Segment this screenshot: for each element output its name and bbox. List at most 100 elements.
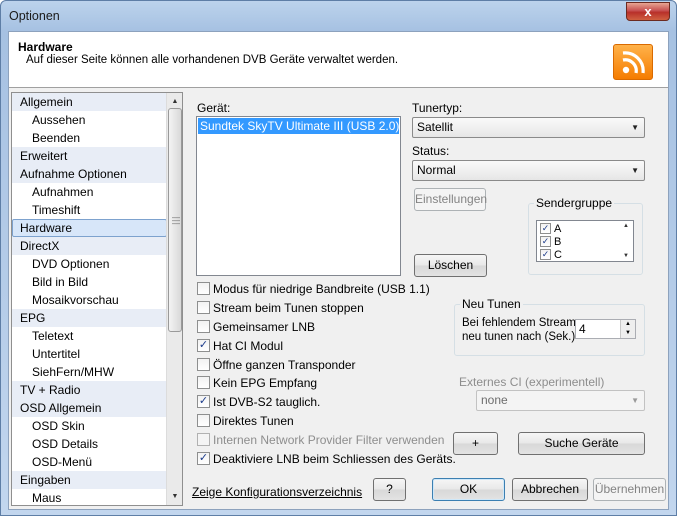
search-devices-button[interactable]: Suche Geräte	[518, 432, 645, 455]
checkbox-checked-icon[interactable]: ✓	[197, 339, 210, 352]
option-label: Hat CI Modul	[213, 339, 284, 353]
options-window: Optionen x Hardware Auf dieser Seite kön…	[0, 0, 677, 516]
checkbox-icon[interactable]	[197, 414, 210, 427]
sendergruppe-item-label: A	[554, 223, 562, 235]
sidebar-item-directx[interactable]: DirectX	[12, 237, 167, 255]
sidebar-item-osd-men[interactable]: OSD-Menü	[12, 453, 167, 471]
show-config-dir-link[interactable]: Zeige Konfigurationsverzeichnis	[192, 485, 362, 499]
status-value: Normal	[417, 163, 456, 177]
external-ci-value: none	[481, 393, 508, 407]
sidebar-item-timeshift[interactable]: Timeshift	[12, 201, 167, 219]
retune-seconds-value: 4	[579, 322, 586, 336]
checkbox-icon[interactable]	[197, 376, 210, 389]
cancel-button[interactable]: Abbrechen	[512, 478, 588, 501]
device-label: Gerät:	[197, 101, 231, 115]
help-button[interactable]: ?	[373, 478, 406, 501]
sidebar-item-eingaben[interactable]: Eingaben	[12, 471, 167, 489]
sidebar-item-untertitel[interactable]: Untertitel	[12, 345, 167, 363]
sidebar-item-aussehen[interactable]: Aussehen	[12, 111, 167, 129]
device-item[interactable]: Sundtek SkyTV Ultimate III (USB 2.0) [19…	[198, 118, 399, 134]
grip-icon: — — —	[172, 213, 180, 228]
sidebar-scrollbar[interactable]: ▲ — — — ▼	[166, 93, 182, 505]
option-label: Stream beim Tunen stoppen	[213, 301, 364, 315]
retune-seconds-stepper[interactable]: 4 ▲ ▼	[575, 319, 636, 339]
checkbox-checked-icon[interactable]: ✓	[540, 223, 551, 234]
sidebar-item-aufnahmen[interactable]: Aufnahmen	[12, 183, 167, 201]
sidebar-item-tv-radio[interactable]: TV + Radio	[12, 381, 167, 399]
scroll-down-icon[interactable]: ▼	[168, 489, 182, 504]
option-label: Modus für niedrige Bandbreite (USB 1.1)	[213, 282, 430, 296]
ok-button[interactable]: OK	[432, 478, 505, 501]
checkbox-icon[interactable]	[197, 301, 210, 314]
chevron-down-icon: ▼	[631, 166, 639, 175]
option-label: Gemeinsamer LNB	[213, 320, 316, 334]
checkbox-checked-icon[interactable]: ✓	[540, 249, 551, 260]
sendergruppe-list[interactable]: ▲ ▼ ✓ A ✓ B ✓ C	[536, 220, 634, 262]
decrement-icon[interactable]: ▼	[621, 329, 635, 338]
scroll-thumb[interactable]: — — —	[168, 108, 182, 332]
sendergruppe-label: Sendergruppe	[534, 196, 615, 210]
sidebar-item-erweitert[interactable]: Erweitert	[12, 147, 167, 165]
checkbox-icon[interactable]	[197, 320, 210, 333]
sidebar-item-maus[interactable]: Maus	[12, 489, 167, 505]
sidebar-item-aufnahme-optionen[interactable]: Aufnahme Optionen	[12, 165, 167, 183]
option-label: Direktes Tunen	[213, 414, 294, 428]
sidebar-item-beenden[interactable]: Beenden	[12, 129, 167, 147]
sidebar-item-osd-skin[interactable]: OSD Skin	[12, 417, 167, 435]
page-description: Auf dieser Seite können alle vorhandenen…	[26, 54, 399, 66]
checkbox-icon[interactable]	[197, 433, 210, 446]
settings-button[interactable]: Einstellungen	[414, 188, 487, 211]
rss-icon	[613, 44, 653, 80]
checkbox-checked-icon[interactable]: ✓	[540, 236, 551, 247]
option-label: Deaktiviere LNB beim Schliessen des Gerä…	[213, 452, 456, 466]
sidebar-item-osd-details[interactable]: OSD Details	[12, 435, 167, 453]
device-listbox[interactable]: Sundtek SkyTV Ultimate III (USB 2.0) [19…	[196, 116, 401, 276]
page-title: Hardware	[18, 40, 73, 54]
category-list: Allgemein Aussehen Beenden Erweitert Aufnahm…	[12, 93, 167, 505]
sidebar-item-mosaikvorschau[interactable]: Mosaikvorschau	[12, 291, 167, 309]
apply-button[interactable]: Übernehmen	[593, 478, 666, 501]
tuner-type-label: Tunertyp:	[412, 101, 463, 115]
sendergruppe-item-label: B	[554, 236, 562, 248]
tuner-type-select[interactable]: Satellit ▼	[412, 117, 645, 138]
checkbox-icon[interactable]	[197, 282, 210, 295]
external-ci-select[interactable]: none ▼	[476, 390, 645, 411]
scroll-up-icon[interactable]: ▲	[168, 94, 182, 109]
option-label: Öffne ganzen Transponder	[213, 358, 356, 372]
delete-button[interactable]: Löschen	[414, 254, 487, 277]
neu-tunen-text-1: Bei fehlendem Stream	[462, 317, 576, 329]
option-label: Internen Network Provider Filter verwend…	[213, 433, 445, 447]
sidebar-item-hardware[interactable]: Hardware	[12, 219, 167, 237]
add-button[interactable]: +	[453, 432, 498, 455]
chevron-down-icon: ▼	[631, 123, 639, 132]
tuner-type-value: Satellit	[417, 120, 454, 134]
status-label: Status:	[412, 144, 450, 158]
sidebar-item-siehfern-mhw[interactable]: SiehFern/MHW	[12, 363, 167, 381]
chevron-down-icon: ▼	[631, 396, 639, 405]
external-ci-label: Externes CI (experimentell)	[459, 375, 605, 389]
increment-icon[interactable]: ▲	[621, 320, 635, 329]
neu-tunen-label: Neu Tunen	[460, 297, 523, 311]
sidebar-item-bild-in-bild[interactable]: Bild in Bild	[12, 273, 167, 291]
checkbox-checked-icon[interactable]: ✓	[197, 452, 210, 465]
scroll-down-icon[interactable]: ▼	[623, 253, 629, 259]
window-title: Optionen	[9, 9, 60, 23]
sidebar-item-osd-allgemein[interactable]: OSD Allgemein	[12, 399, 167, 417]
close-button[interactable]: x	[626, 2, 670, 21]
category-tree[interactable]: Allgemein Aussehen Beenden Erweitert Aufnahm…	[11, 92, 183, 506]
sidebar-item-dvd-optionen[interactable]: DVD Optionen	[12, 255, 167, 273]
status-select[interactable]: Normal ▼	[412, 160, 645, 181]
option-label: Ist DVB-S2 tauglich.	[213, 395, 321, 409]
scroll-up-icon[interactable]: ▲	[623, 223, 629, 229]
sendergruppe-scrollbar[interactable]: ▲ ▼	[620, 221, 633, 261]
page-header: Hardware Auf dieser Seite können alle vo…	[9, 32, 668, 88]
sendergruppe-item-label: C	[554, 249, 562, 261]
title-bar[interactable]: Optionen x	[1, 1, 676, 31]
sidebar-item-allgemein[interactable]: Allgemein	[12, 93, 167, 111]
checkbox-checked-icon[interactable]: ✓	[197, 395, 210, 408]
sidebar-item-epg[interactable]: EPG	[12, 309, 167, 327]
sidebar-item-teletext[interactable]: Teletext	[12, 327, 167, 345]
sendergruppe-group: Sendergruppe ▲ ▼ ✓ A ✓ B ✓ C	[528, 196, 643, 275]
checkbox-icon[interactable]	[197, 358, 210, 371]
dialog-client: Hardware Auf dieser Seite können alle vo…	[8, 31, 669, 510]
